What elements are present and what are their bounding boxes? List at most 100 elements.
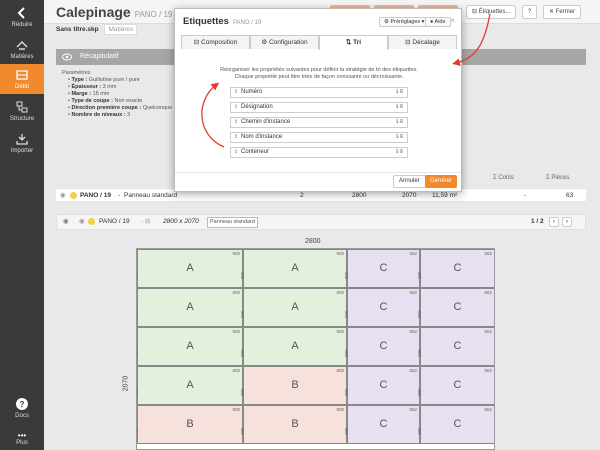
drag-handle-icon[interactable]: ⇕ (234, 88, 238, 97)
eye-icon[interactable]: ◉ (63, 215, 69, 229)
file-tab[interactable]: Sans titre.skp Matières (56, 24, 138, 40)
help-line-2: Chaque propriété peut être triée de faço… (234, 74, 404, 80)
sheet-piece-c[interactable]: C 562 300 (417, 366, 494, 405)
params-heading: Paramètres (62, 70, 91, 76)
sheet-piece-c[interactable]: C 562 300 (344, 366, 420, 405)
sheet-piece-a[interactable]: A 900 300 (137, 249, 243, 288)
page-title: Calepinage PANO / 19 (56, 4, 172, 20)
sheet-piece-c[interactable]: C 562 300 (417, 405, 494, 444)
pager-prev-button[interactable]: ‹ (549, 217, 559, 227)
presets-button[interactable]: ⚙ Préréglages ▾ (379, 17, 430, 27)
eye-icon[interactable]: ◉ (60, 189, 66, 202)
sheet-height-label: 2070 (122, 375, 130, 392)
sheet-piece-b[interactable]: B 900 300 (240, 366, 347, 405)
sidebar-item-importer[interactable]: Importer (0, 132, 44, 154)
generate-button[interactable]: Générer (425, 175, 458, 188)
tab-decalage[interactable]: ⊟ Décalage (388, 35, 457, 49)
sort-item-numero[interactable]: ⇕ Numéro ⇂≡ (230, 87, 408, 98)
row-sep: - (118, 192, 121, 199)
sidebar-item-label: Structure (9, 116, 35, 122)
sort-ascending-icon[interactable]: ⇂≡ (394, 88, 403, 97)
sheet-piece-b[interactable]: B 900 300 (240, 405, 347, 444)
tab-configuration[interactable]: ⚙ Configuration (250, 35, 319, 49)
sheet-piece-c[interactable]: C 562 300 (344, 327, 420, 366)
sheet-piece-c[interactable]: C 562 300 (417, 288, 494, 327)
help-button[interactable]: ? (522, 5, 538, 19)
pager-next-button[interactable]: › (562, 217, 572, 227)
gear-icon: ⚙ (261, 39, 269, 46)
sort-item-chemin[interactable]: ⇕ Chemin d'instance ⇂≡ (230, 117, 408, 128)
etiquettes-button[interactable]: ⊟ Étiquettes... (466, 5, 517, 19)
sheet-piece-a[interactable]: A 900 300 (137, 288, 243, 327)
sheet-piece-c[interactable]: C 562 300 (344, 405, 420, 444)
aide-button[interactable]: ● Aide (425, 17, 451, 27)
cutting-sheet[interactable]: A 900 300 A 900 300 C 562 300 C 562 300 A 900 300 A 900 3… (136, 248, 495, 450)
sort-ascending-icon[interactable]: ⇂≡ (394, 133, 403, 142)
param-value: 3 mm (102, 84, 117, 90)
piece-width: 900 (232, 290, 240, 295)
toggle-icon[interactable]: ◉ (79, 215, 85, 229)
piece-label: C (379, 261, 388, 274)
sidebar-item-matieres[interactable]: Matières (0, 38, 44, 60)
panel-header[interactable]: ◉ ◉ PANO / 19 - ⊟ 2800 x 2070 Panneau st… (56, 214, 586, 230)
column-header-pieces[interactable]: Σ Pièces (546, 175, 569, 181)
sidebar-item-reduire[interactable]: Réduire (0, 6, 44, 28)
piece-label: C (453, 378, 462, 391)
drag-handle-icon[interactable]: ⇕ (234, 148, 238, 157)
tab-composition[interactable]: ⊟ Composition (181, 35, 250, 49)
page-title-text: Calepinage (56, 4, 131, 20)
sheet-piece-b[interactable]: B 900 300 (137, 405, 243, 444)
sheet-piece-a[interactable]: A 900 300 (240, 288, 347, 327)
close-button-label: Fermer (555, 9, 576, 15)
drag-handle-icon[interactable]: ⇕ (234, 103, 238, 112)
sort-ascending-icon[interactable]: ⇂≡ (394, 103, 403, 112)
sheet-piece-a[interactable]: A 900 300 (240, 327, 347, 366)
close-button[interactable]: ✕ Fermer (543, 5, 582, 19)
dialog-tabs: ⊟ Composition ⚙ Configuration ⇅ Tri ⊟ Dé… (181, 35, 457, 50)
sheet-piece-c[interactable]: C 562 300 (344, 249, 420, 288)
sheet-piece-a[interactable]: A 900 300 (137, 366, 243, 405)
drag-handle-icon[interactable]: ⇕ (234, 118, 238, 127)
sheet-piece-a[interactable]: A 900 300 (137, 327, 243, 366)
piece-height: 300 (344, 388, 349, 396)
sort-ascending-icon[interactable]: ⇂≡ (394, 148, 403, 157)
piece-label: A (291, 339, 299, 352)
cutting-icon (16, 70, 28, 80)
sort-item-designation[interactable]: ⇕ Désignation ⇂≡ (230, 102, 408, 113)
sheet-piece-a[interactable]: A 900 300 (240, 249, 347, 288)
dialog-close-icon[interactable]: × (450, 16, 455, 25)
piece-label: C (453, 300, 462, 313)
drag-handle-icon[interactable]: ⇕ (234, 133, 238, 142)
piece-height: 300 (240, 349, 245, 357)
sheet-piece-c[interactable]: C 562 300 (344, 288, 420, 327)
row-cost: - (524, 192, 527, 199)
sidebar-item-label: Matières (10, 54, 34, 60)
sidebar-item-docs[interactable]: ? Docs (0, 397, 44, 419)
piece-width: 900 (336, 251, 344, 256)
panel-name: PANO / 19 (99, 218, 130, 225)
sidebar-item-plus[interactable]: ••• Plus (0, 432, 44, 447)
materials-icon (16, 41, 28, 50)
sidebar-item-label: Débit (14, 84, 29, 90)
piece-height: 300 (344, 349, 349, 357)
eye-icon[interactable] (62, 53, 72, 61)
sidebar-item-debit[interactable]: Débit (0, 64, 44, 94)
piece-height: 300 (344, 271, 349, 279)
piece-label: C (453, 417, 462, 430)
sort-ascending-icon[interactable]: ⇂≡ (394, 118, 403, 127)
sidebar-item-structure[interactable]: Structure (0, 100, 44, 122)
column-header-couts[interactable]: Σ Coûts (493, 175, 514, 181)
sheet-piece-c[interactable]: C 562 300 (417, 249, 494, 288)
piece-width: 562 (409, 407, 417, 412)
piece-label: C (453, 261, 462, 274)
piece-height: 300 (240, 310, 245, 318)
sheet-piece-c[interactable]: C 562 300 (417, 327, 494, 366)
piece-label: A (186, 261, 194, 274)
sidebar-item-label: Importer (10, 148, 34, 154)
sort-item-conteneur[interactable]: ⇕ Conteneur ⇂≡ (230, 147, 408, 158)
cancel-button[interactable]: Annuler (393, 175, 426, 188)
composition-icon: ⊟ (193, 39, 202, 46)
param-key: Nombre de niveaux : (71, 112, 126, 118)
tab-tri[interactable]: ⇅ Tri (319, 35, 388, 50)
sort-item-nom[interactable]: ⇕ Nom d'instance ⇂≡ (230, 132, 408, 143)
